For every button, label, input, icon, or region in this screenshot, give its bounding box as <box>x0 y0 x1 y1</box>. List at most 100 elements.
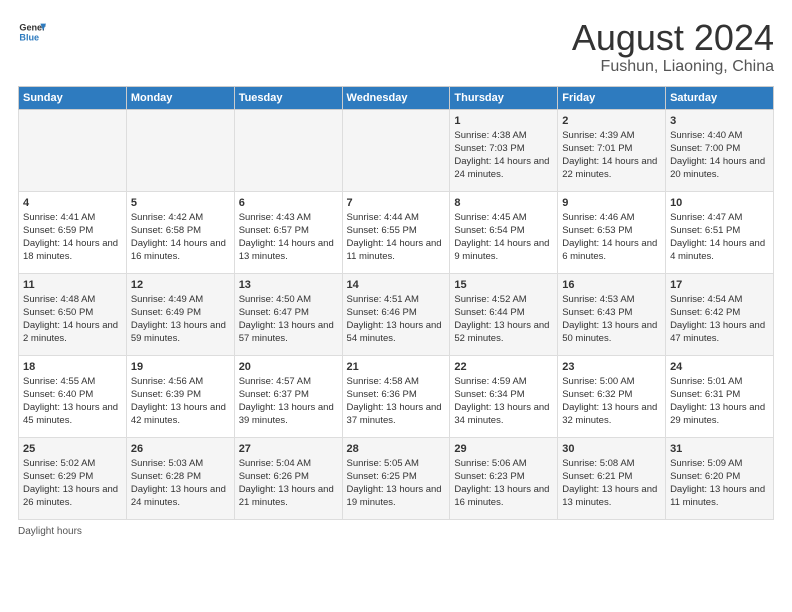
day-info: Sunrise: 4:53 AM Sunset: 6:43 PM Dayligh… <box>562 294 657 343</box>
calendar-body: 1Sunrise: 4:38 AM Sunset: 7:03 PM Daylig… <box>19 109 774 519</box>
day-info: Sunrise: 5:05 AM Sunset: 6:25 PM Dayligh… <box>347 458 442 507</box>
day-number: 27 <box>239 442 338 457</box>
day-number: 26 <box>131 442 230 457</box>
calendar-cell: 25Sunrise: 5:02 AM Sunset: 6:29 PM Dayli… <box>19 437 127 519</box>
calendar-cell: 6Sunrise: 4:43 AM Sunset: 6:57 PM Daylig… <box>234 191 342 273</box>
day-number: 6 <box>239 196 338 211</box>
day-info: Sunrise: 4:57 AM Sunset: 6:37 PM Dayligh… <box>239 376 334 425</box>
day-number: 31 <box>670 442 769 457</box>
day-info: Sunrise: 5:09 AM Sunset: 6:20 PM Dayligh… <box>670 458 765 507</box>
day-number: 13 <box>239 278 338 293</box>
day-number: 5 <box>131 196 230 211</box>
day-info: Sunrise: 4:51 AM Sunset: 6:46 PM Dayligh… <box>347 294 442 343</box>
calendar-cell: 26Sunrise: 5:03 AM Sunset: 6:28 PM Dayli… <box>126 437 234 519</box>
calendar-cell: 19Sunrise: 4:56 AM Sunset: 6:39 PM Dayli… <box>126 355 234 437</box>
day-number: 15 <box>454 278 553 293</box>
calendar-cell: 7Sunrise: 4:44 AM Sunset: 6:55 PM Daylig… <box>342 191 450 273</box>
calendar-cell: 29Sunrise: 5:06 AM Sunset: 6:23 PM Dayli… <box>450 437 558 519</box>
logo: General Blue <box>18 18 46 46</box>
calendar-cell <box>126 109 234 191</box>
calendar-cell: 2Sunrise: 4:39 AM Sunset: 7:01 PM Daylig… <box>558 109 666 191</box>
day-number: 2 <box>562 114 661 129</box>
day-number: 20 <box>239 360 338 375</box>
calendar-cell: 5Sunrise: 4:42 AM Sunset: 6:58 PM Daylig… <box>126 191 234 273</box>
calendar-header: SundayMondayTuesdayWednesdayThursdayFrid… <box>19 86 774 109</box>
svg-text:Blue: Blue <box>19 32 39 42</box>
day-number: 19 <box>131 360 230 375</box>
calendar-cell: 9Sunrise: 4:46 AM Sunset: 6:53 PM Daylig… <box>558 191 666 273</box>
day-number: 17 <box>670 278 769 293</box>
day-number: 7 <box>347 196 446 211</box>
day-number: 10 <box>670 196 769 211</box>
day-info: Sunrise: 4:58 AM Sunset: 6:36 PM Dayligh… <box>347 376 442 425</box>
day-number: 14 <box>347 278 446 293</box>
day-info: Sunrise: 5:02 AM Sunset: 6:29 PM Dayligh… <box>23 458 118 507</box>
calendar-week-3: 11Sunrise: 4:48 AM Sunset: 6:50 PM Dayli… <box>19 273 774 355</box>
calendar-cell: 8Sunrise: 4:45 AM Sunset: 6:54 PM Daylig… <box>450 191 558 273</box>
calendar-week-5: 25Sunrise: 5:02 AM Sunset: 6:29 PM Dayli… <box>19 437 774 519</box>
calendar-cell: 4Sunrise: 4:41 AM Sunset: 6:59 PM Daylig… <box>19 191 127 273</box>
calendar-week-4: 18Sunrise: 4:55 AM Sunset: 6:40 PM Dayli… <box>19 355 774 437</box>
calendar-cell: 22Sunrise: 4:59 AM Sunset: 6:34 PM Dayli… <box>450 355 558 437</box>
day-info: Sunrise: 5:06 AM Sunset: 6:23 PM Dayligh… <box>454 458 549 507</box>
calendar-cell: 16Sunrise: 4:53 AM Sunset: 6:43 PM Dayli… <box>558 273 666 355</box>
day-number: 29 <box>454 442 553 457</box>
day-info: Sunrise: 5:04 AM Sunset: 6:26 PM Dayligh… <box>239 458 334 507</box>
day-info: Sunrise: 5:00 AM Sunset: 6:32 PM Dayligh… <box>562 376 657 425</box>
day-info: Sunrise: 4:48 AM Sunset: 6:50 PM Dayligh… <box>23 294 118 343</box>
calendar-cell: 30Sunrise: 5:08 AM Sunset: 6:21 PM Dayli… <box>558 437 666 519</box>
day-header-friday: Friday <box>558 86 666 109</box>
day-info: Sunrise: 5:08 AM Sunset: 6:21 PM Dayligh… <box>562 458 657 507</box>
day-number: 11 <box>23 278 122 293</box>
calendar-cell: 20Sunrise: 4:57 AM Sunset: 6:37 PM Dayli… <box>234 355 342 437</box>
calendar-cell: 11Sunrise: 4:48 AM Sunset: 6:50 PM Dayli… <box>19 273 127 355</box>
title-block: August 2024 Fushun, Liaoning, China <box>572 18 774 76</box>
day-number: 18 <box>23 360 122 375</box>
day-info: Sunrise: 4:56 AM Sunset: 6:39 PM Dayligh… <box>131 376 226 425</box>
day-number: 30 <box>562 442 661 457</box>
day-number: 4 <box>23 196 122 211</box>
calendar-cell: 21Sunrise: 4:58 AM Sunset: 6:36 PM Dayli… <box>342 355 450 437</box>
calendar-cell: 14Sunrise: 4:51 AM Sunset: 6:46 PM Dayli… <box>342 273 450 355</box>
day-info: Sunrise: 4:49 AM Sunset: 6:49 PM Dayligh… <box>131 294 226 343</box>
day-number: 23 <box>562 360 661 375</box>
daylight-label: Daylight hours <box>18 526 82 537</box>
day-number: 22 <box>454 360 553 375</box>
day-number: 16 <box>562 278 661 293</box>
calendar-cell: 17Sunrise: 4:54 AM Sunset: 6:42 PM Dayli… <box>666 273 774 355</box>
day-info: Sunrise: 4:44 AM Sunset: 6:55 PM Dayligh… <box>347 212 442 261</box>
day-number: 3 <box>670 114 769 129</box>
day-number: 9 <box>562 196 661 211</box>
page: General Blue August 2024 Fushun, Liaonin… <box>0 0 792 612</box>
day-info: Sunrise: 5:03 AM Sunset: 6:28 PM Dayligh… <box>131 458 226 507</box>
day-header-monday: Monday <box>126 86 234 109</box>
calendar-cell <box>19 109 127 191</box>
day-info: Sunrise: 4:52 AM Sunset: 6:44 PM Dayligh… <box>454 294 549 343</box>
calendar-cell: 1Sunrise: 4:38 AM Sunset: 7:03 PM Daylig… <box>450 109 558 191</box>
sub-title: Fushun, Liaoning, China <box>572 58 774 76</box>
day-info: Sunrise: 4:42 AM Sunset: 6:58 PM Dayligh… <box>131 212 226 261</box>
day-info: Sunrise: 4:47 AM Sunset: 6:51 PM Dayligh… <box>670 212 765 261</box>
calendar-cell: 28Sunrise: 5:05 AM Sunset: 6:25 PM Dayli… <box>342 437 450 519</box>
day-info: Sunrise: 4:45 AM Sunset: 6:54 PM Dayligh… <box>454 212 549 261</box>
day-number: 12 <box>131 278 230 293</box>
day-number: 24 <box>670 360 769 375</box>
day-number: 25 <box>23 442 122 457</box>
day-info: Sunrise: 4:54 AM Sunset: 6:42 PM Dayligh… <box>670 294 765 343</box>
day-header-wednesday: Wednesday <box>342 86 450 109</box>
day-header-tuesday: Tuesday <box>234 86 342 109</box>
day-header-sunday: Sunday <box>19 86 127 109</box>
footer: Daylight hours <box>18 526 774 537</box>
day-info: Sunrise: 4:46 AM Sunset: 6:53 PM Dayligh… <box>562 212 657 261</box>
day-number: 21 <box>347 360 446 375</box>
logo-icon: General Blue <box>18 18 46 46</box>
day-number: 8 <box>454 196 553 211</box>
calendar-week-2: 4Sunrise: 4:41 AM Sunset: 6:59 PM Daylig… <box>19 191 774 273</box>
calendar-cell: 15Sunrise: 4:52 AM Sunset: 6:44 PM Dayli… <box>450 273 558 355</box>
calendar-cell <box>234 109 342 191</box>
day-info: Sunrise: 4:59 AM Sunset: 6:34 PM Dayligh… <box>454 376 549 425</box>
day-info: Sunrise: 4:50 AM Sunset: 6:47 PM Dayligh… <box>239 294 334 343</box>
day-header-saturday: Saturday <box>666 86 774 109</box>
calendar-cell <box>342 109 450 191</box>
day-info: Sunrise: 4:39 AM Sunset: 7:01 PM Dayligh… <box>562 130 657 179</box>
